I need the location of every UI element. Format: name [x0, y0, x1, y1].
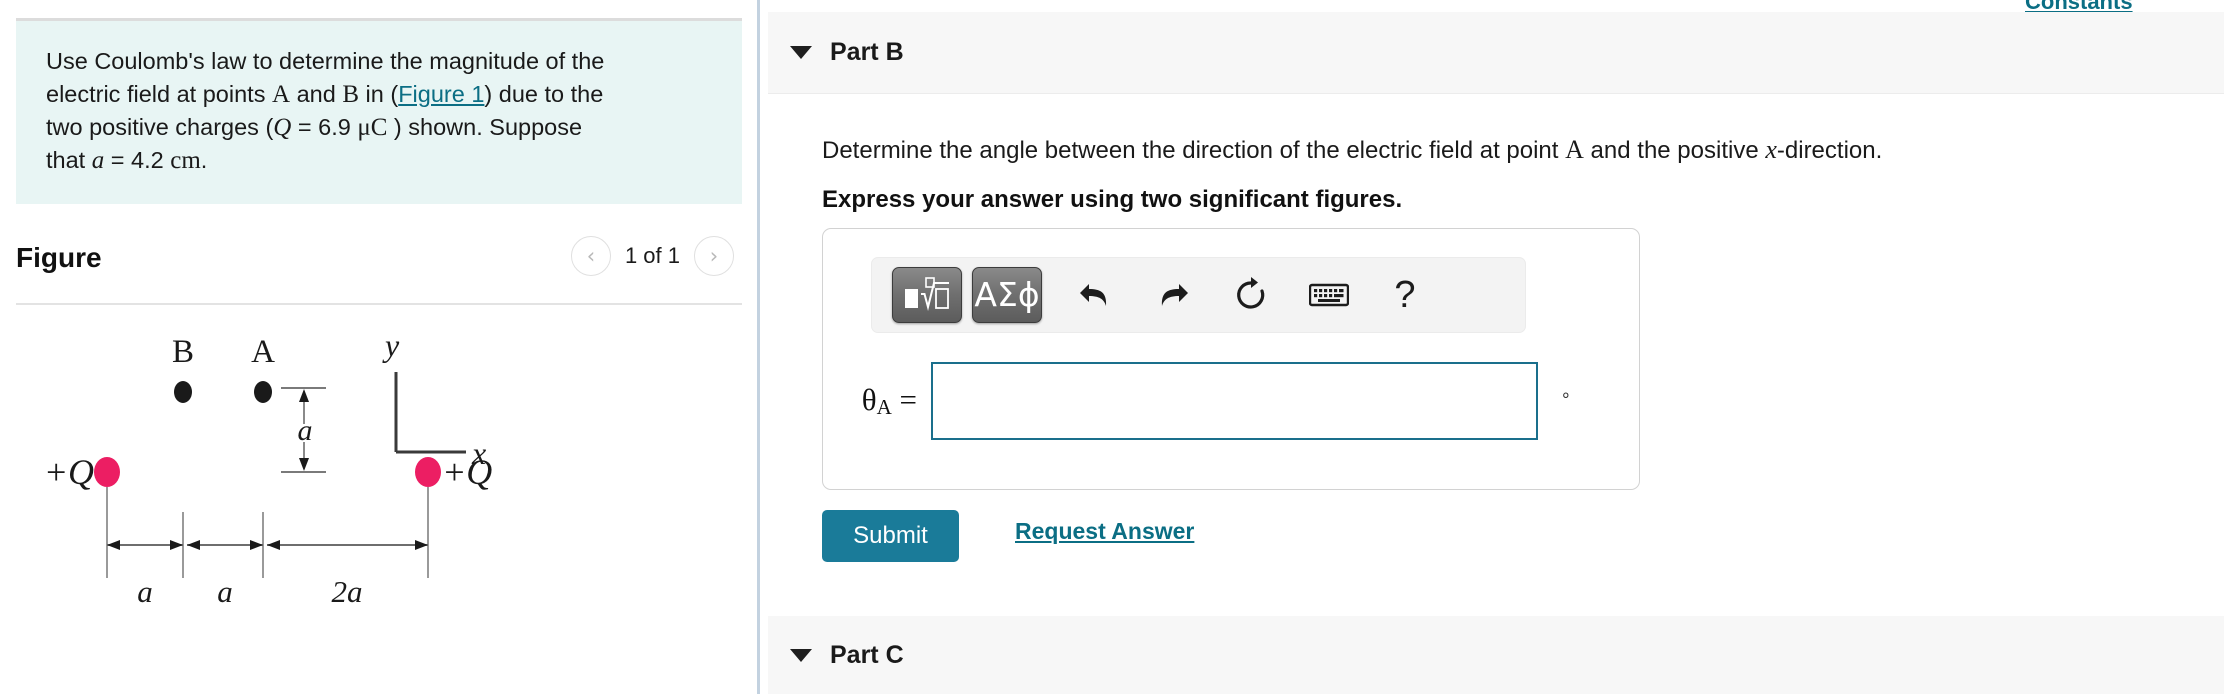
reset-glyph [1237, 277, 1265, 309]
equals-sign: = [891, 382, 917, 417]
question-x-symbol: x [1765, 135, 1777, 164]
answer-label: θA = [823, 382, 931, 420]
caret-down-icon[interactable] [790, 648, 812, 662]
part-b-header[interactable]: Part B [768, 12, 2224, 94]
dim-1-arrow-left [107, 540, 120, 550]
problem-in: in ( [365, 81, 399, 107]
greek-letters-label: ΑΣϕ [974, 274, 1040, 314]
math-toolbar: ΑΣϕ ? [871, 257, 1526, 333]
problem-symbol-q: Q [273, 114, 292, 141]
figure-svg: B A a y x +Q +Q a a 2a [44, 327, 493, 609]
point-a-marker [254, 381, 272, 403]
math-template-icon[interactable] [892, 267, 962, 323]
undo-glyph [1080, 284, 1107, 306]
problem-point-a: A [271, 81, 291, 108]
problem-line-3a: two positive charges ( [46, 114, 274, 140]
problem-unit-cm: cm [170, 147, 201, 174]
answer-row: θA = ° [823, 351, 1641, 451]
axis-y-label: y [382, 327, 400, 363]
charge-right-label: +Q [442, 452, 492, 492]
reset-icon[interactable] [1220, 267, 1282, 323]
dim-label-3: 2a [332, 574, 363, 609]
problem-a-value: = 4.2 [104, 147, 171, 173]
problem-q-value: = 6.9 [291, 114, 358, 140]
express-instruction: Express your answer using two significan… [822, 186, 1403, 213]
theta-symbol: θ [861, 382, 877, 417]
keyboard-icon[interactable] [1298, 267, 1360, 323]
charge-left-label: +Q [44, 452, 94, 492]
problem-line-4a: that [46, 147, 92, 173]
problem-after-link: ) due to the [484, 81, 604, 107]
figure-title: Figure [16, 242, 102, 273]
problem-and: and [296, 81, 336, 107]
right-panel: Constants Part B Determine the angle bet… [760, 0, 2232, 694]
chevron-left-icon[interactable]: ‹ [570, 236, 611, 276]
answer-input-box: ΑΣϕ ? θA = ° [822, 228, 1640, 490]
math-template-glyph [905, 277, 949, 311]
help-icon[interactable]: ? [1374, 267, 1436, 323]
question-point-a: A [1565, 135, 1584, 164]
dim-1-arrow-right [170, 540, 183, 550]
keyboard-glyph [1309, 283, 1349, 307]
problem-period: . [200, 147, 208, 173]
part-c-label: Part C [830, 640, 904, 669]
charge-left-marker [94, 457, 120, 487]
dim-arrow-down-head [299, 458, 309, 471]
dim-arrow-up-head [299, 389, 309, 402]
figure-navigation: ‹ 1 of 1 › [570, 236, 734, 276]
problem-line-2a: electric field at points [46, 81, 266, 107]
problem-symbol-a: a [91, 147, 105, 174]
dim-3-arrow-left [267, 540, 280, 550]
dim-label-1: a [137, 574, 153, 609]
dim-3-arrow-right [415, 540, 428, 550]
question-part-2: and the positive [1583, 137, 1766, 164]
undo-icon[interactable] [1064, 267, 1126, 323]
point-b-label: B [172, 334, 194, 370]
part-b-label: Part B [830, 38, 904, 66]
request-answer-link[interactable]: Request Answer [1015, 518, 1194, 545]
figure-1-link[interactable]: Figure 1 [398, 81, 484, 107]
dim-2-arrow-right [250, 540, 263, 550]
point-b-marker [174, 381, 192, 403]
figure-divider [16, 303, 742, 305]
theta-subscript: A [876, 395, 892, 419]
question-part-1: Determine the angle between the directio… [822, 137, 1566, 164]
point-a-label: A [251, 334, 275, 370]
problem-point-b: B [342, 81, 360, 108]
answer-input[interactable] [931, 362, 1538, 440]
figure-header: Figure ‹ 1 of 1 › [16, 236, 742, 298]
question-part-3: -direction. [1776, 137, 1883, 164]
problem-line-1: Use Coulomb's law to determine the magni… [46, 48, 605, 74]
chevron-right-icon[interactable]: › [694, 236, 734, 276]
greek-letters-icon[interactable]: ΑΣϕ [972, 267, 1042, 323]
part-c-header[interactable]: Part C [768, 616, 2224, 694]
page-root: Use Coulomb's law to determine the magni… [0, 0, 2232, 694]
figure-diagram[interactable]: B A a y x +Q +Q a a 2a [16, 312, 742, 694]
dim-2-arrow-left [187, 540, 200, 550]
charge-right-marker [415, 457, 441, 487]
problem-statement: Use Coulomb's law to determine the magni… [16, 18, 742, 204]
submit-button[interactable]: Submit [822, 510, 959, 562]
figure-counter: 1 of 1 [624, 243, 680, 268]
answer-unit-degree: ° [1562, 390, 1570, 411]
left-panel: Use Coulomb's law to determine the magni… [0, 0, 758, 694]
redo-glyph [1161, 284, 1188, 306]
dim-label-2: a [217, 574, 233, 609]
caret-down-icon[interactable] [790, 46, 812, 59]
redo-icon[interactable] [1142, 267, 1204, 323]
problem-line-3b: ) shown. Suppose [387, 114, 583, 140]
part-b-question: Determine the angle between the directio… [822, 135, 1882, 165]
problem-unit-microcoulomb: μC [357, 114, 388, 141]
help-label: ? [1394, 274, 1416, 316]
problem-text: Use Coulomb's law to determine the magni… [46, 45, 712, 177]
dim-label-vertical-a: a [298, 414, 313, 447]
